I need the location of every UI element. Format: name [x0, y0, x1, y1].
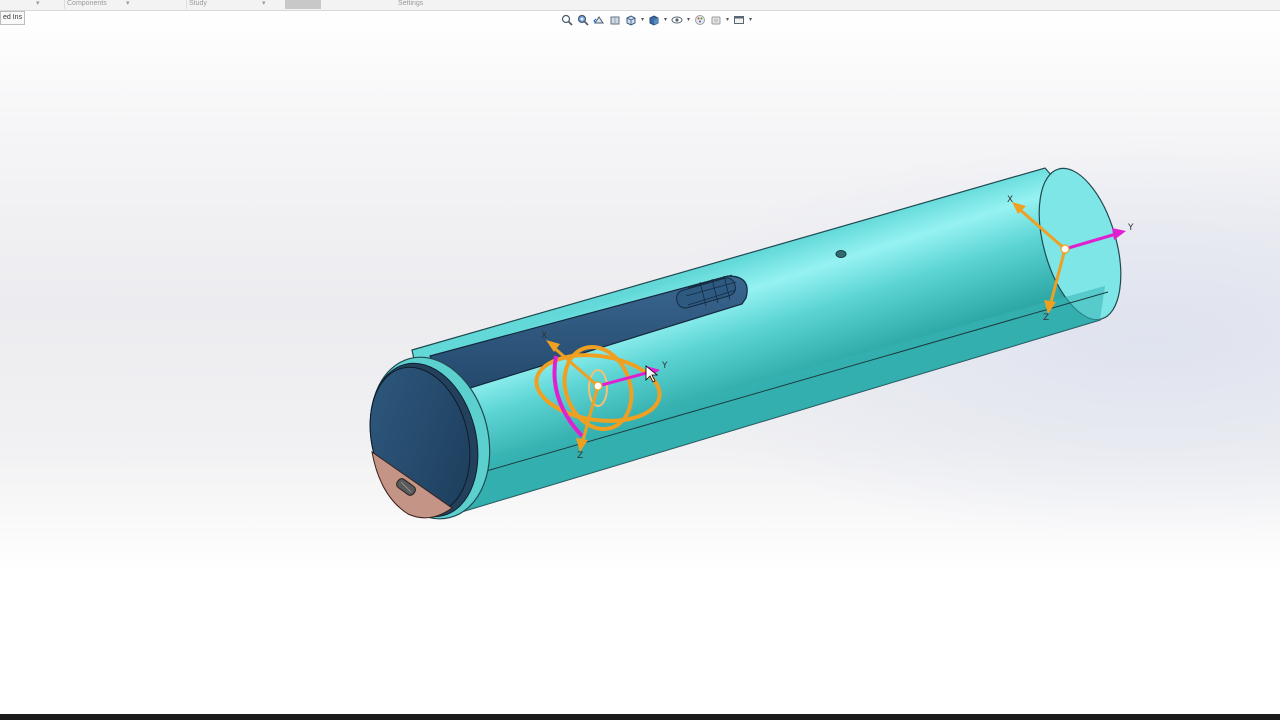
bottom-border	[0, 714, 1280, 720]
triad-right-y-label: Y	[1127, 223, 1134, 233]
triad-right-origin[interactable]	[1060, 244, 1070, 254]
triad-left-y-label: Y	[661, 361, 668, 371]
triad-origin[interactable]	[593, 381, 603, 391]
triad-right-z-label: Z	[1043, 313, 1049, 323]
cad-application: ▾ Components ▾ Study ▾ Settings ed Ins ▾…	[0, 0, 1280, 720]
triad-right-x-label: X	[1007, 195, 1013, 205]
model-scene[interactable]: X Y Z X Y Z	[0, 0, 1280, 714]
triad-left-x-label: X	[541, 331, 547, 341]
triad-left-z-label: Z	[577, 451, 583, 461]
